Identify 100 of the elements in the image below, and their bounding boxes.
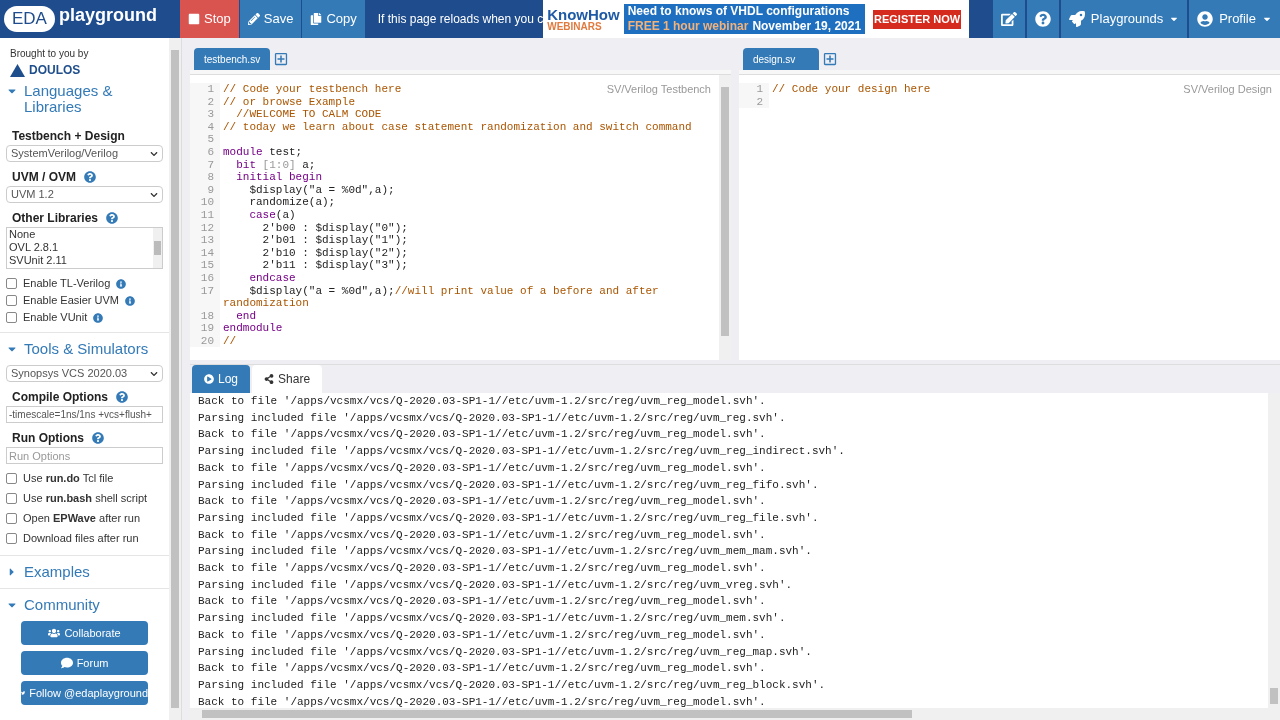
file-tab[interactable]: design.sv xyxy=(743,48,819,70)
scrollbar[interactable] xyxy=(169,38,181,720)
option-label: Enable TL-Verilog xyxy=(23,276,111,292)
community-button[interactable]: Follow @edaplayground xyxy=(21,681,149,705)
file-tab[interactable]: testbench.sv xyxy=(194,48,270,70)
scrollbar[interactable] xyxy=(1268,393,1280,720)
add-file-icon[interactable] xyxy=(823,52,837,66)
line-number: 8 xyxy=(190,171,220,184)
chevron-icon xyxy=(150,369,159,378)
section-header[interactable]: Tools & Simulators xyxy=(0,341,170,357)
dropdown[interactable]: Synopsys VCS 2020.03 xyxy=(6,365,164,382)
code-line: $display("a = %0d",a);//will print value of a before and after randomization xyxy=(222,284,660,310)
share-icon xyxy=(264,374,275,384)
option-label: Open EPWave after run xyxy=(23,511,140,527)
code-line: // Code your design here xyxy=(771,83,931,96)
code-line: 2'b11 : $display("3"); xyxy=(261,259,408,272)
help-icon[interactable] xyxy=(116,391,128,403)
help-icon[interactable] xyxy=(106,212,119,224)
line-number: 10 xyxy=(190,196,220,209)
library-item[interactable]: SVUnit 2.11 xyxy=(9,254,152,267)
help-icon xyxy=(1034,11,1051,27)
checkbox[interactable] xyxy=(6,493,17,504)
code-line: 2'b10 : $display("2"); xyxy=(261,246,408,260)
option-label: Download files after run xyxy=(23,531,139,547)
code-line: initial begin xyxy=(235,171,323,184)
ad-headline: Need to knows of VHDL configurations xyxy=(627,4,851,19)
log-line: Parsing included file '/apps/vcsmx/vcs/Q-2020.03-SP1-1//etc/uvm-1.2/src/reg/uvm_reg_block.svh'. xyxy=(198,677,826,693)
option-label: Use run.bash shell script xyxy=(23,491,148,507)
section-header[interactable]: Languages & Libraries xyxy=(0,83,170,115)
libraries-list[interactable]: None OVL 2.8.1 SVUnit 2.11 xyxy=(6,227,164,269)
code-line: bit [1:0] a; xyxy=(235,158,316,172)
credit-text: Brought to you by xyxy=(9,47,90,61)
option-label: Enable VUnit xyxy=(23,310,88,326)
editor-mode-label: SV/Verilog Design xyxy=(1183,83,1273,96)
chat-icon xyxy=(60,657,73,669)
webinar-banner[interactable]: KnowHow WEBINARS Need to knows of VHDL configurations FREE 1 hour webinar November 19, 2021 REGISTER NOW xyxy=(543,0,970,38)
ad-subbrand: WEBINARS xyxy=(547,21,603,32)
log-line: Back to file '/apps/vcsmx/vcs/Q-2020.03-SP1-1//etc/uvm-1.2/src/reg/uvm_reg_model.svh'. xyxy=(198,594,766,610)
community-button[interactable]: Forum xyxy=(21,651,149,675)
checkbox[interactable] xyxy=(6,278,17,289)
log-line: Parsing included file '/apps/vcsmx/vcs/Q-2020.03-SP1-1//etc/uvm-1.2/src/reg/uvm_reg_map.svh'. xyxy=(198,644,812,660)
scrollbar[interactable] xyxy=(153,228,163,268)
menu-button[interactable]: Profile xyxy=(1189,0,1280,38)
section-header[interactable]: Community xyxy=(0,597,170,613)
users-icon xyxy=(48,627,61,639)
ad-date: November 19, 2021 xyxy=(752,19,862,34)
output-tab[interactable]: Share xyxy=(252,365,323,393)
help-button[interactable] xyxy=(1026,0,1059,38)
edit-button[interactable] xyxy=(992,0,1025,38)
help-icon[interactable] xyxy=(92,432,104,444)
output-tab[interactable]: Log xyxy=(192,365,251,393)
community-button[interactable]: Collaborate xyxy=(21,621,149,645)
menu-button[interactable]: Playgrounds xyxy=(1060,0,1188,38)
library-item[interactable]: None xyxy=(9,228,152,241)
field-label: Testbench + Design xyxy=(12,128,125,145)
line-number: 3 xyxy=(190,108,220,121)
log-line: Parsing included file '/apps/vcsmx/vcs/Q-2020.03-SP1-1//etc/uvm-1.2/src/reg/uvm_mem_mam.svh'. xyxy=(198,544,812,560)
section-header[interactable]: Examples xyxy=(0,564,170,580)
info-icon[interactable] xyxy=(125,295,135,306)
code-line: // or browse Example xyxy=(222,95,356,109)
checkbox[interactable] xyxy=(6,473,17,484)
log-line: Back to file '/apps/vcsmx/vcs/Q-2020.03-SP1-1//etc/uvm-1.2/src/reg/uvm_reg_model.svh'. xyxy=(198,527,766,543)
logo-text: playground xyxy=(58,4,157,27)
register-button[interactable]: REGISTER NOW xyxy=(873,9,962,29)
add-file-icon[interactable] xyxy=(274,52,288,66)
dropdown[interactable]: SystemVerilog/Verilog xyxy=(6,145,164,162)
log-line: Back to file '/apps/vcsmx/vcs/Q-2020.03-SP1-1//etc/uvm-1.2/src/reg/uvm_reg_model.svh'. xyxy=(198,460,766,476)
ad-brand: KnowHow xyxy=(547,6,620,22)
pencil-icon xyxy=(247,13,260,25)
dropdown[interactable]: UVM 1.2 xyxy=(6,186,164,203)
checkbox[interactable] xyxy=(6,295,17,306)
checkbox[interactable] xyxy=(6,533,17,544)
option-label: Enable Easier UVM xyxy=(23,293,119,309)
help-icon[interactable] xyxy=(84,171,96,183)
code-line: //WELCOME TO CALM CODE xyxy=(235,108,382,121)
info-icon[interactable] xyxy=(93,312,104,323)
compile-options-field[interactable]: -timescale=1ns/1ns +vcs+flush+ xyxy=(6,406,164,423)
log-line: Back to file '/apps/vcsmx/vcs/Q-2020.03-SP1-1//etc/uvm-1.2/src/reg/uvm_reg_model.svh'. xyxy=(198,427,766,443)
code-line: 2'b01 : $display("1"); xyxy=(261,234,408,247)
user-icon xyxy=(1197,11,1214,27)
line-number: 1 xyxy=(190,83,220,96)
chevron-icon xyxy=(150,149,159,158)
code-line: // today we learn about case statement randomization and switch command xyxy=(222,120,692,134)
save-button[interactable]: Save xyxy=(239,0,303,38)
copy-button[interactable]: Copy xyxy=(302,0,366,38)
checkbox[interactable] xyxy=(6,513,17,524)
library-item[interactable]: OVL 2.8.1 xyxy=(9,241,152,254)
checkbox[interactable] xyxy=(6,312,17,323)
stop-button[interactable]: Stop xyxy=(180,0,240,38)
log-line: Back to file '/apps/vcsmx/vcs/Q-2020.03-SP1-1//etc/uvm-1.2/src/reg/uvm_reg_model.svh'. xyxy=(198,561,766,577)
play-icon xyxy=(204,374,214,384)
info-icon[interactable] xyxy=(116,278,127,289)
doulos-logo-icon xyxy=(10,63,25,77)
log-line: Parsing included file '/apps/vcsmx/vcs/Q-2020.03-SP1-1//etc/uvm-1.2/src/reg/uvm_reg_indirect.svh'. xyxy=(198,444,845,460)
code-line: endmodule xyxy=(222,322,283,335)
code-line: // Code your testbench here xyxy=(222,83,402,96)
scrollbar[interactable] xyxy=(719,75,731,360)
logo-mark: EDA xyxy=(4,6,55,32)
notice-text: If this page reloads when you c xyxy=(377,11,544,28)
run-options-field[interactable]: Run Options xyxy=(6,447,163,464)
